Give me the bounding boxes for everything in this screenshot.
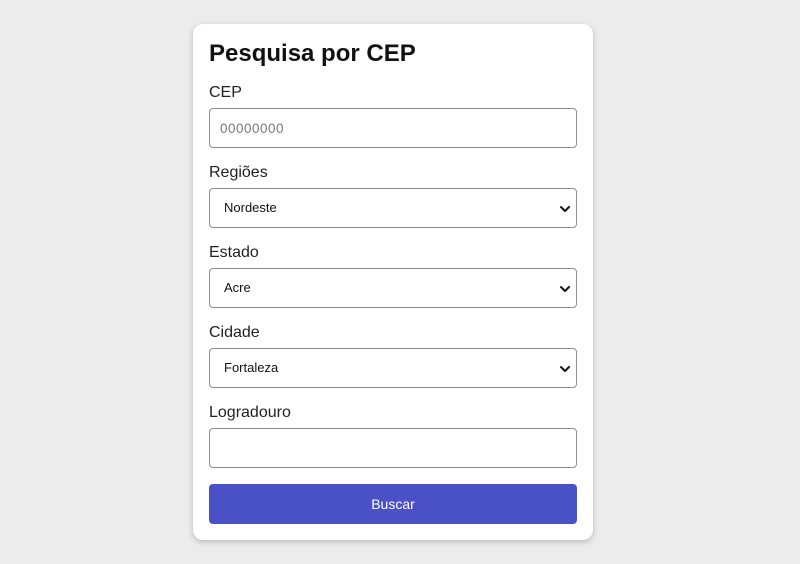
- regioes-label: Regiões: [209, 164, 268, 181]
- cep-label: CEP: [209, 84, 242, 101]
- chevron-down-icon: [560, 366, 570, 372]
- chevron-down-icon: [560, 286, 570, 292]
- cep-input[interactable]: [209, 108, 577, 148]
- regioes-select[interactable]: Nordeste: [209, 188, 577, 228]
- logradouro-input[interactable]: [209, 428, 577, 468]
- estado-select[interactable]: Acre: [209, 268, 577, 308]
- page-title: Pesquisa por CEP: [209, 40, 416, 67]
- logradouro-label: Logradouro: [209, 404, 291, 421]
- cidade-label: Cidade: [209, 324, 260, 341]
- regioes-selected-value: Nordeste: [224, 200, 277, 215]
- cep-search-card: Pesquisa por CEP CEP Regiões Nordeste Es…: [193, 24, 593, 540]
- cidade-select[interactable]: Fortaleza: [209, 348, 577, 388]
- cidade-selected-value: Fortaleza: [224, 360, 279, 375]
- chevron-down-icon: [560, 206, 570, 212]
- estado-label: Estado: [209, 244, 259, 261]
- estado-selected-value: Acre: [224, 280, 251, 295]
- search-button[interactable]: Buscar: [209, 484, 577, 524]
